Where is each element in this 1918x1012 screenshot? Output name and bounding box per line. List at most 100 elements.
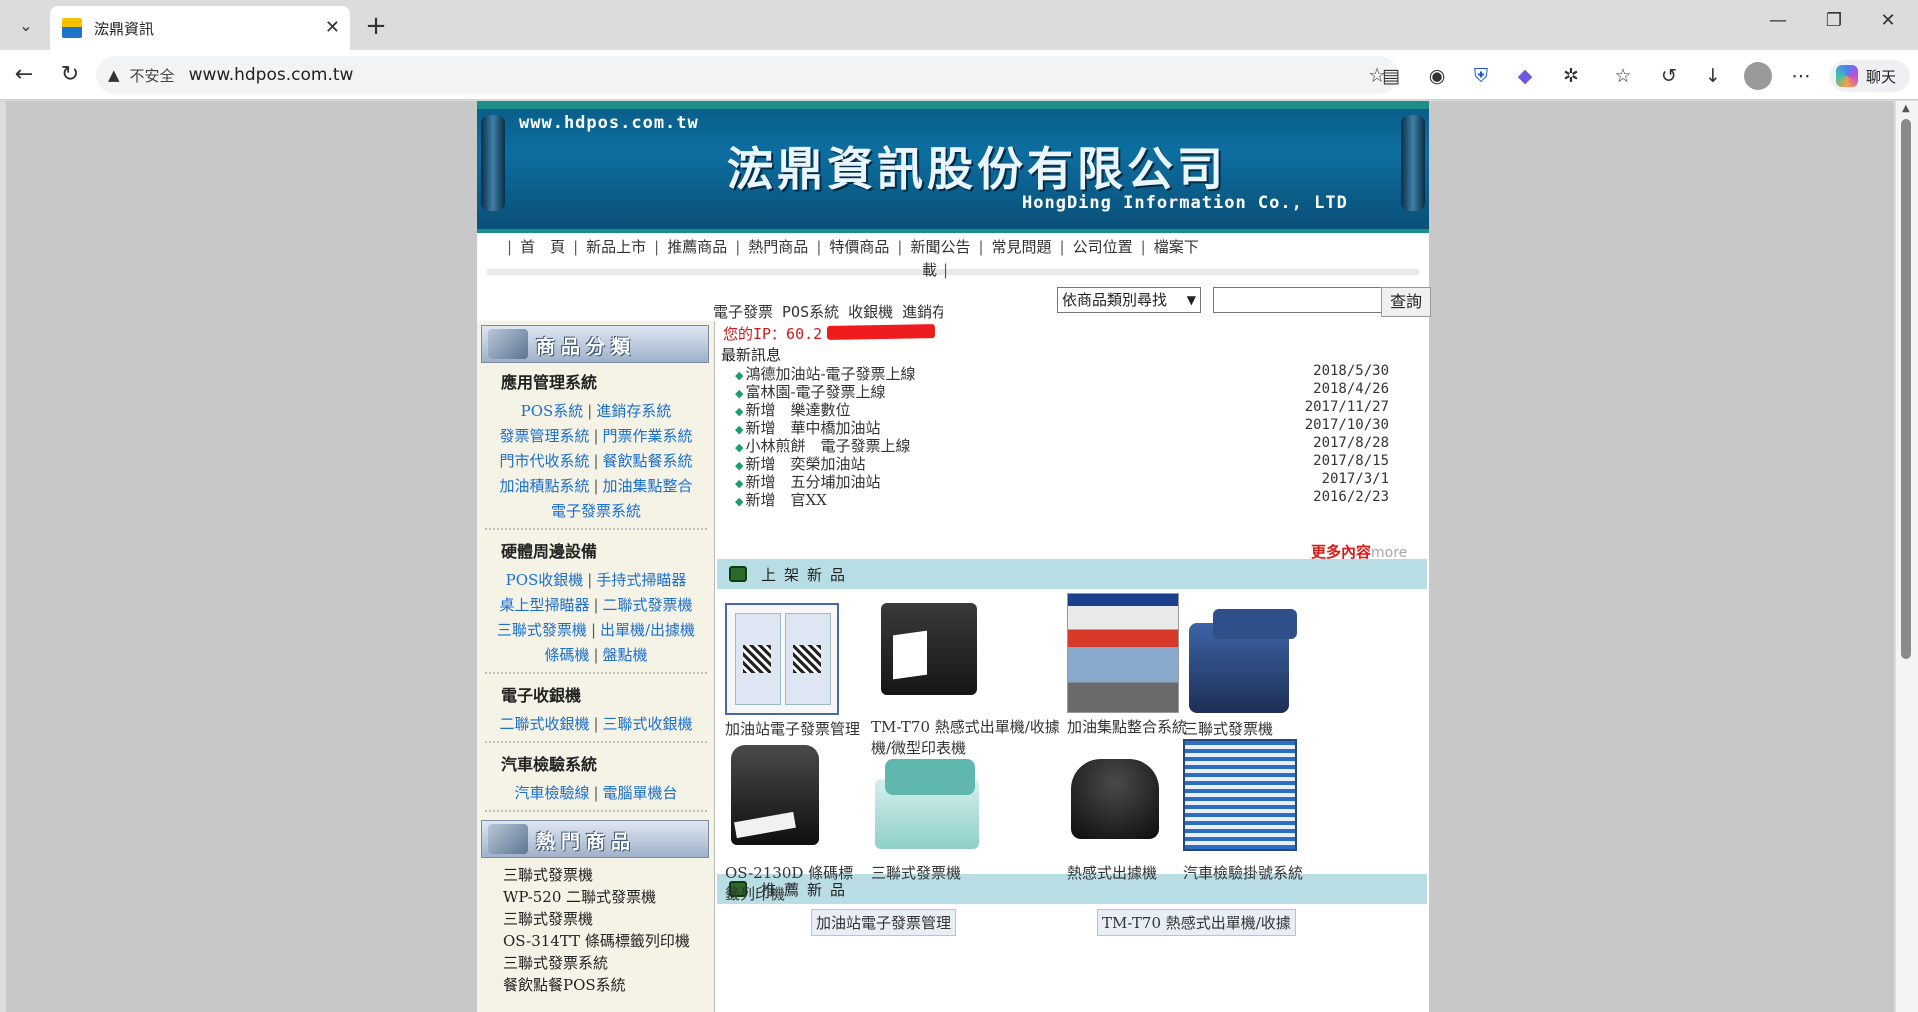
close-window-icon[interactable]: ✕ [1868, 10, 1908, 31]
label-printer-image[interactable] [725, 739, 825, 849]
gas-station-poster-image[interactable] [1067, 593, 1179, 713]
category-link[interactable]: 二聯式收銀機 [499, 715, 589, 733]
hot-item[interactable]: WP-520 二聯式發票機 [503, 886, 656, 907]
category-link[interactable]: 進銷存系統 [596, 402, 671, 420]
nav-item[interactable]: 特價商品 [827, 238, 891, 256]
hot-item[interactable]: 餐飲點餐POS系統 [503, 974, 626, 995]
search-input[interactable] [1213, 287, 1383, 313]
url-text[interactable]: www.hdpos.com.tw [189, 65, 354, 85]
product-caption[interactable]: 加油站電子發票管理 [725, 719, 865, 740]
news-date: 2017/8/15 [1313, 453, 1389, 469]
thermal-printer-image[interactable] [1067, 749, 1163, 841]
search-category-select[interactable]: 依商品類別尋找 ▼ [1057, 287, 1201, 313]
warning-icon[interactable]: ▲ [108, 66, 120, 84]
nav-separator: | [1059, 238, 1065, 256]
extensions-icon[interactable]: ✲ [1558, 63, 1584, 89]
security-label[interactable]: 不安全 [130, 65, 175, 86]
link-separator: | [587, 571, 593, 589]
back-icon[interactable]: ← [10, 62, 38, 87]
immersive-reader-icon[interactable]: ▤ [1378, 63, 1404, 89]
chat-button[interactable]: 聊天 [1830, 60, 1910, 92]
product-caption[interactable]: OS-2130D 條碼標籤列印機 [725, 863, 865, 905]
hot-item[interactable]: OS-314TT 條碼標籤列印機 [503, 930, 690, 951]
hot-item[interactable]: 三聯式發票系統 [503, 952, 608, 973]
category-title: 汽車檢驗系統 [501, 755, 598, 774]
history-icon[interactable]: ↺ [1656, 63, 1682, 89]
new-tab-button[interactable]: + [360, 10, 392, 42]
link-separator: | [593, 646, 599, 664]
category-link[interactable]: 手持式掃瞄器 [596, 571, 686, 589]
invoice-printer-image[interactable] [1183, 603, 1299, 719]
reload-icon[interactable]: ↻ [56, 62, 84, 87]
product-caption[interactable]: 三聯式發票機 [1183, 719, 1303, 740]
download-icon[interactable]: ↓ [1700, 63, 1726, 89]
software-screenshot-image[interactable] [1183, 739, 1297, 851]
category-link[interactable]: POS系統 [521, 402, 584, 420]
search-button[interactable]: 查詢 [1381, 287, 1431, 317]
profile-avatar[interactable] [1744, 62, 1772, 90]
product-caption[interactable]: 加油集點整合系統 [1067, 717, 1187, 738]
category-link[interactable]: 電腦單機台 [603, 784, 678, 802]
more-menu-icon[interactable]: ⋯ [1788, 63, 1814, 89]
category-link[interactable]: 加油集點整合 [603, 477, 693, 495]
invoice-receipt-image[interactable] [725, 603, 839, 715]
category-link[interactable]: 盤點機 [603, 646, 648, 664]
category-link[interactable]: 汽車檢驗線 [514, 784, 589, 802]
category-link[interactable]: 餐飲點餐系統 [603, 452, 693, 470]
dotted-divider [485, 528, 707, 530]
product-caption[interactable]: 熱感式出據機 [1067, 863, 1197, 884]
tab-strip: ⌄ 浤鼎資訊 ✕ + — ❐ ✕ [0, 0, 1918, 50]
category-link[interactable]: 桌上型掃瞄器 [499, 596, 589, 614]
category-link[interactable]: 條碼機 [544, 646, 589, 664]
nav-item[interactable]: 新品上市 [584, 238, 648, 256]
category-link[interactable]: 加油積點系統 [499, 477, 589, 495]
link-separator: | [593, 452, 599, 470]
favorites-icon[interactable]: ☆ [1610, 63, 1636, 89]
close-tab-icon[interactable]: ✕ [325, 17, 340, 38]
nav-item[interactable]: 新聞公告 [908, 238, 972, 256]
vertical-scrollbar[interactable]: ▲ [1896, 101, 1918, 1012]
eye-icon[interactable]: ◉ [1424, 63, 1450, 89]
news-text[interactable]: 新增 官XX [745, 491, 826, 509]
hot-item[interactable]: 三聯式發票機 [503, 908, 593, 929]
category-link[interactable]: 門市代收系統 [499, 452, 589, 470]
hot-header: 熱門商品 [481, 820, 709, 858]
dotted-divider [485, 672, 707, 674]
nav-item[interactable]: 首 頁 [518, 238, 567, 256]
category-link[interactable]: 門票作業系統 [603, 427, 693, 445]
tab-list-button[interactable]: ⌄ [8, 9, 44, 41]
category-link[interactable]: 發票管理系統 [499, 427, 589, 445]
browser-tab[interactable]: 浤鼎資訊 ✕ [50, 6, 350, 50]
invoice-printer-image[interactable] [871, 749, 985, 853]
product-caption[interactable]: 汽車檢驗掛號系統 [1183, 863, 1303, 884]
nav-item[interactable]: 熱門商品 [746, 238, 810, 256]
nav-item[interactable]: 常見問題 [990, 238, 1054, 256]
recommended-item[interactable]: TM-T70 熱感式出單機/收據 [1097, 909, 1296, 936]
scroll-thumb[interactable] [1901, 119, 1911, 659]
product-caption[interactable]: 三聯式發票機 [871, 863, 1011, 884]
copilot-extension-icon[interactable]: ◆ [1512, 63, 1538, 89]
link-separator: | [587, 402, 593, 420]
news-item[interactable]: ◆ 新增 官XX 2016/2/23 [735, 489, 1415, 511]
link-separator: | [593, 427, 599, 445]
category-link[interactable]: POS收銀機 [506, 571, 584, 589]
category-link[interactable]: 電子發票系統 [551, 502, 641, 520]
nav-separator: | [978, 238, 984, 256]
nav-items: | 首 頁 | 新品上市 | 推薦商品 | 熱門商品 | 特價商品 | 新聞公告 | 常見問題 | 公司位置 |… [501, 235, 1421, 259]
category-link[interactable]: 二聯式發票機 [603, 596, 693, 614]
category-link[interactable]: 三聯式發票機 [497, 621, 587, 639]
shield-icon[interactable]: ⛨ [1468, 63, 1494, 89]
scroll-up-icon[interactable]: ▲ [1902, 103, 1910, 114]
chevron-down-icon: ▼ [1186, 293, 1196, 307]
recommended-item[interactable]: 加油站電子發票管理 [811, 909, 957, 936]
address-bar[interactable]: ▲ 不安全 www.hdpos.com.tw ☆ [96, 56, 1398, 94]
nav-item[interactable]: 檔案下 [1152, 238, 1201, 256]
hot-item[interactable]: 三聯式發票機 [503, 864, 593, 885]
restore-icon[interactable]: ❐ [1814, 10, 1854, 31]
category-link[interactable]: 三聯式收銀機 [603, 715, 693, 733]
category-link[interactable]: 出單機/出據機 [600, 621, 695, 639]
receipt-printer-image[interactable] [871, 593, 981, 703]
minimize-icon[interactable]: — [1758, 10, 1798, 31]
nav-item[interactable]: 公司位置 [1071, 238, 1135, 256]
nav-item[interactable]: 推薦商品 [665, 238, 729, 256]
